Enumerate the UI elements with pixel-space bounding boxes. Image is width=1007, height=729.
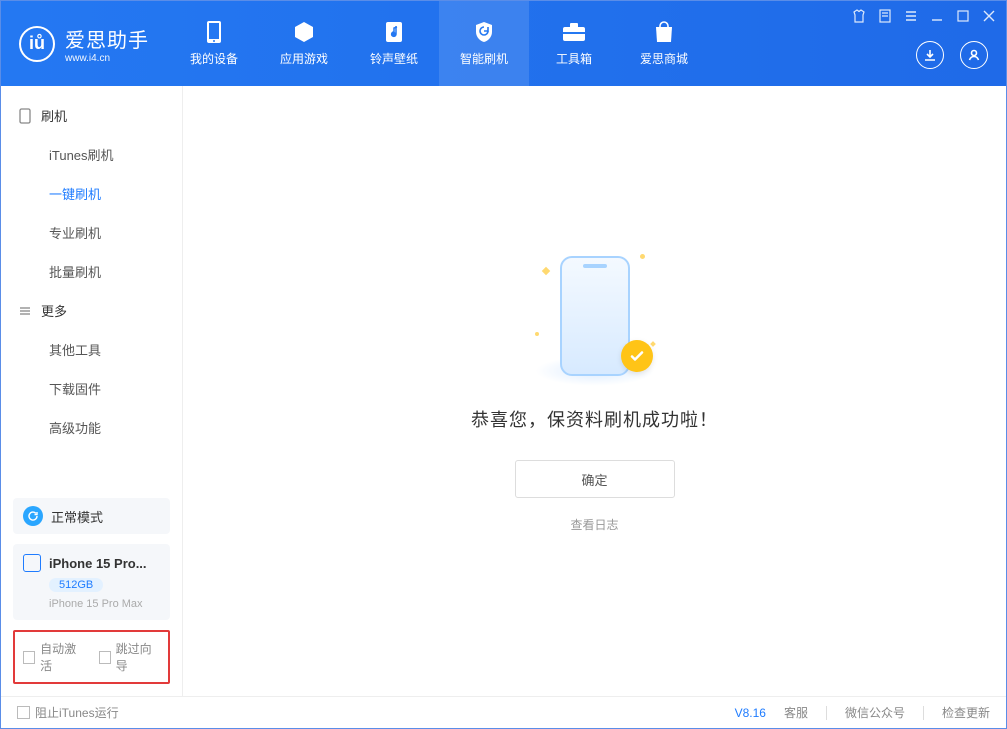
header-actions (916, 41, 988, 69)
device-card[interactable]: iPhone 15 Pro... 512GB iPhone 15 Pro Max (13, 544, 170, 620)
checkbox-label: 阻止iTunes运行 (35, 704, 119, 721)
auto-activate-checkbox[interactable]: 自动激活 (23, 640, 85, 674)
sidebar-section-label: 更多 (41, 301, 67, 320)
sidebar-item-itunes-flash[interactable]: iTunes刷机 (1, 135, 182, 174)
cube-icon (291, 20, 317, 44)
sidebar-item-oneclick-flash[interactable]: 一键刷机 (1, 174, 182, 213)
nav-smart-flash[interactable]: 智能刷机 (439, 1, 529, 86)
skin-icon[interactable] (852, 9, 866, 23)
support-link[interactable]: 客服 (784, 704, 808, 721)
user-button[interactable] (960, 41, 988, 69)
nav-label: 工具箱 (556, 50, 592, 67)
divider (826, 706, 827, 720)
more-icon (17, 303, 33, 319)
ok-button[interactable]: 确定 (515, 460, 675, 498)
toolbox-icon (561, 20, 587, 44)
sidebar: 刷机 iTunes刷机 一键刷机 专业刷机 批量刷机 更多 其他工具 下载固件 … (1, 86, 183, 696)
checkbox-label: 自动激活 (40, 640, 84, 674)
refresh-shield-icon (471, 20, 497, 44)
menu-icon[interactable] (904, 9, 918, 23)
logo-icon: iů (19, 26, 55, 62)
nav-label: 应用游戏 (280, 50, 328, 67)
app-body: 刷机 iTunes刷机 一键刷机 专业刷机 批量刷机 更多 其他工具 下载固件 … (1, 86, 1006, 696)
device-name: iPhone 15 Pro... (49, 556, 147, 571)
sidebar-item-other-tools[interactable]: 其他工具 (1, 330, 182, 369)
wechat-link[interactable]: 微信公众号 (845, 704, 905, 721)
mode-card[interactable]: 正常模式 (13, 498, 170, 534)
phone-illustration-icon (560, 256, 630, 376)
window-controls (852, 9, 996, 23)
nav-store[interactable]: 爱思商城 (619, 1, 709, 86)
success-illustration (535, 246, 655, 386)
mode-label: 正常模式 (51, 507, 103, 526)
divider (923, 706, 924, 720)
brand-url: www.i4.cn (65, 53, 149, 64)
nav-apps-games[interactable]: 应用游戏 (259, 1, 349, 86)
sidebar-nav: 刷机 iTunes刷机 一键刷机 专业刷机 批量刷机 更多 其他工具 下载固件 … (1, 86, 182, 498)
success-message: 恭喜您，保资料刷机成功啦！ (471, 406, 718, 432)
refresh-dot-icon (23, 506, 43, 526)
phone-icon (201, 20, 227, 44)
brand-title: 爱思助手 (65, 24, 149, 53)
block-itunes-checkbox[interactable]: 阻止iTunes运行 (17, 704, 119, 721)
sidebar-item-advanced[interactable]: 高级功能 (1, 408, 182, 447)
nav-ringtones[interactable]: 铃声壁纸 (349, 1, 439, 86)
sparkle-icon (535, 332, 539, 336)
sidebar-section-more[interactable]: 更多 (1, 291, 182, 330)
sparkle-icon (640, 254, 645, 259)
sidebar-item-batch-flash[interactable]: 批量刷机 (1, 252, 182, 291)
main-content: 恭喜您，保资料刷机成功啦！ 确定 查看日志 (183, 86, 1006, 696)
nav-label: 铃声壁纸 (370, 50, 418, 67)
app-window: iů 爱思助手 www.i4.cn 我的设备 应用游戏 铃声壁纸 智能刷机 (0, 0, 1007, 729)
check-badge-icon (621, 340, 653, 372)
nav-label: 我的设备 (190, 50, 238, 67)
highlighted-options: 自动激活 跳过向导 (13, 630, 170, 684)
music-note-icon (381, 20, 407, 44)
checkbox-label: 跳过向导 (116, 640, 160, 674)
brand: iů 爱思助手 www.i4.cn (1, 1, 169, 86)
device-full-name: iPhone 15 Pro Max (49, 598, 160, 610)
close-icon[interactable] (982, 9, 996, 23)
sparkle-icon (650, 341, 656, 347)
version-label: V8.16 (735, 706, 766, 720)
brand-text: 爱思助手 www.i4.cn (65, 24, 149, 64)
nav-my-device[interactable]: 我的设备 (169, 1, 259, 86)
check-update-link[interactable]: 检查更新 (942, 704, 990, 721)
nav-label: 智能刷机 (460, 50, 508, 67)
device-phone-icon (23, 554, 41, 572)
view-log-link[interactable]: 查看日志 (570, 516, 618, 533)
status-bar: 阻止iTunes运行 V8.16 客服 微信公众号 检查更新 (1, 696, 1006, 728)
sparkle-icon (541, 267, 549, 275)
top-nav: 我的设备 应用游戏 铃声壁纸 智能刷机 工具箱 爱思商城 (169, 1, 709, 86)
device-storage-badge: 512GB (49, 578, 103, 592)
sidebar-bottom: 正常模式 iPhone 15 Pro... 512GB iPhone 15 Pr… (1, 498, 182, 696)
shopping-bag-icon (651, 20, 677, 44)
maximize-icon[interactable] (956, 9, 970, 23)
skip-guide-checkbox[interactable]: 跳过向导 (99, 640, 161, 674)
feedback-icon[interactable] (878, 9, 892, 23)
sidebar-item-pro-flash[interactable]: 专业刷机 (1, 213, 182, 252)
nav-label: 爱思商城 (640, 50, 688, 67)
device-small-icon (17, 108, 33, 124)
app-header: iů 爱思助手 www.i4.cn 我的设备 应用游戏 铃声壁纸 智能刷机 (1, 1, 1006, 86)
nav-toolbox[interactable]: 工具箱 (529, 1, 619, 86)
download-button[interactable] (916, 41, 944, 69)
minimize-icon[interactable] (930, 9, 944, 23)
sidebar-section-flash[interactable]: 刷机 (1, 96, 182, 135)
sidebar-item-download-firmware[interactable]: 下载固件 (1, 369, 182, 408)
sidebar-section-label: 刷机 (41, 106, 67, 125)
